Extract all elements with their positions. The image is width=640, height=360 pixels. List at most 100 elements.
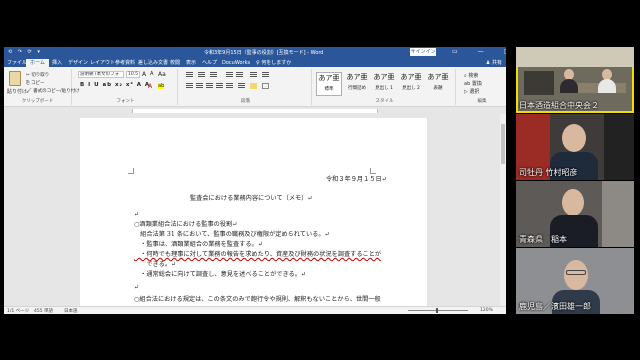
change-case-icon[interactable]: Aa xyxy=(158,71,166,78)
title-bar: ⟲ ↷ ⟳ ▾ 令和3年9月15日（監事の役割）[互換モード] - Word サ… xyxy=(4,47,506,58)
word-count[interactable]: 455 単語 xyxy=(34,308,53,314)
status-bar: 1/1 ページ 455 単語 日本語 120% xyxy=(4,306,506,314)
replace-button[interactable]: ab 置換 xyxy=(464,80,482,87)
document-date: 令和３年９月１５日↵ xyxy=(326,176,387,183)
copy-button[interactable]: ⎘ コピー xyxy=(26,80,45,86)
tab-help[interactable]: ヘルプ xyxy=(202,59,217,67)
paragraph-group: 段落 xyxy=(180,69,312,105)
tab-references[interactable]: 参考資料 xyxy=(115,59,135,67)
style-heading-1[interactable]: あア亜 見出し 1 xyxy=(371,72,397,96)
zoom-slider-knob[interactable] xyxy=(436,308,438,313)
editing-label: 編集 xyxy=(477,99,487,104)
borders-icon[interactable] xyxy=(262,83,269,89)
decrease-indent-icon[interactable] xyxy=(226,72,233,78)
font-color-icon[interactable]: A xyxy=(148,83,152,90)
select-button[interactable]: ▷ 選択 xyxy=(464,88,479,95)
styles-label: スタイル xyxy=(375,99,394,104)
show-marks-icon[interactable] xyxy=(262,72,269,78)
participant-tile[interactable]: 青森県 稲本 xyxy=(516,181,634,247)
format-painter-button[interactable]: 🖌 書式のコピー/貼り付け xyxy=(26,88,80,94)
document-line: ↵ xyxy=(134,211,140,218)
clipboard-label: クリップボード xyxy=(21,99,54,104)
tell-me-search[interactable]: ♀ 何をしますか xyxy=(256,59,291,67)
ruler-strip[interactable] xyxy=(132,109,378,113)
align-right-icon[interactable] xyxy=(206,83,213,89)
zoom-slider[interactable] xyxy=(408,310,468,311)
multilevel-list-icon[interactable] xyxy=(210,72,217,78)
share-button[interactable]: ♟ 共有 xyxy=(486,59,502,66)
participant-tile[interactable]: 鹿児島／濱田雄一郎 xyxy=(516,248,634,314)
document-page[interactable]: 令和３年９月１５日↵ 監査会における業務内容について（メモ）↵ ↵ ○酒類業組合… xyxy=(80,118,427,308)
style-preview: あア亜 xyxy=(346,73,368,81)
participant-tile[interactable]: 日本酒造組合中央会２ xyxy=(516,47,634,113)
paste-icon[interactable] xyxy=(9,71,21,86)
word-window: ⟲ ↷ ⟳ ▾ 令和3年9月15日（監事の役割）[互換モード] - Word サ… xyxy=(4,47,506,314)
sort-icon[interactable] xyxy=(250,72,257,78)
tab-review[interactable]: 校閲 xyxy=(170,59,180,67)
distributed-icon[interactable] xyxy=(226,83,233,89)
highlight-icon[interactable]: ab xyxy=(158,83,165,89)
document-line: 組合法第 31 条において、監事の職務及び権限が定められている。↵ xyxy=(134,231,330,238)
participant-head xyxy=(564,260,588,290)
line-spacing-icon[interactable] xyxy=(238,83,245,89)
document-title: 令和3年9月15日（監事の役割）[互換モード] - Word xyxy=(204,50,324,56)
font-name-select[interactable]: 游明朝 (本文のフォ xyxy=(78,71,124,78)
bullets-icon[interactable] xyxy=(186,72,193,78)
align-left-icon[interactable] xyxy=(186,83,193,89)
style-name: 標準 xyxy=(324,87,334,92)
tab-file[interactable]: ファイル xyxy=(7,59,27,67)
participant-name: 日本酒造組合中央会２ xyxy=(519,101,599,110)
font-format-buttons[interactable]: B I U ab x₂ x² A A xyxy=(80,82,150,88)
tab-design[interactable]: デザイン xyxy=(68,59,88,67)
participant-tile[interactable]: 司牡丹 竹村昭彦 xyxy=(516,114,634,180)
shrink-font-icon[interactable]: A xyxy=(150,71,153,77)
style-preview: あア亜 xyxy=(318,74,340,82)
document-line: できる。↵ xyxy=(134,261,177,268)
shading-icon[interactable] xyxy=(250,83,257,89)
increase-indent-icon[interactable] xyxy=(236,72,243,78)
participant-name: 青森県 稲本 xyxy=(519,235,567,244)
room-wall xyxy=(516,47,634,67)
cut-button[interactable]: ✂ 切り取り xyxy=(26,72,49,78)
grow-font-icon[interactable]: A xyxy=(142,71,146,78)
numbering-icon[interactable] xyxy=(198,72,205,78)
style-name: 見出し 1 xyxy=(375,86,393,91)
document-area: 令和３年９月１５日↵ 監査会における業務内容について（メモ）↵ ↵ ○酒類業組合… xyxy=(4,114,506,308)
style-no-spacing[interactable]: あア亜 行間詰め xyxy=(344,72,370,96)
style-normal[interactable]: あア亜 標準 xyxy=(316,72,342,96)
justify-icon[interactable] xyxy=(216,83,223,89)
window-controls[interactable]: ▭ — ▢ ✕ xyxy=(452,48,506,55)
find-button[interactable]: ⌕ 検索 xyxy=(464,72,478,79)
scroll-thumb[interactable] xyxy=(501,124,505,164)
tab-mailings[interactable]: 差し込み文書 xyxy=(138,59,168,67)
style-name: 行間詰め xyxy=(348,86,366,91)
participant-name: 司牡丹 竹村昭彦 xyxy=(519,168,578,177)
signin-button[interactable]: サインイン xyxy=(410,48,436,56)
style-title[interactable]: あア亜 表題 xyxy=(425,72,451,96)
zoom-level[interactable]: 120% xyxy=(480,308,493,313)
document-line: ↵ xyxy=(134,284,140,291)
language[interactable]: 日本語 xyxy=(64,308,78,314)
tab-insert[interactable]: 挿入 xyxy=(52,59,62,67)
participant-head xyxy=(562,124,586,152)
document-line: ・通常総会に向けて調査し、意見を述べることができる。↵ xyxy=(134,271,307,278)
paste-button[interactable]: 貼り付け xyxy=(7,88,27,95)
room-cabinet xyxy=(524,71,554,95)
styles-group: あア亜 標準 あア亜 行間詰め あア亜 見出し 1 あア亜 見出し 2 あア亜 xyxy=(314,69,456,105)
participant-name: 鹿児島／濱田雄一郎 xyxy=(519,302,591,311)
ribbon-home: 貼り付け ✂ 切り取り ⎘ コピー 🖌 書式のコピー/貼り付け クリップボード … xyxy=(4,67,506,107)
quick-access-toolbar[interactable]: ⟲ ↷ ⟳ ▾ xyxy=(8,49,42,55)
document-line: ○酒類業組合法における監事の役割↵ xyxy=(134,221,238,228)
participant-head xyxy=(562,189,584,216)
participant-body xyxy=(598,79,616,93)
tab-view[interactable]: 表示 xyxy=(186,59,196,67)
page-count[interactable]: 1/1 ページ xyxy=(7,308,29,314)
vertical-scrollbar[interactable] xyxy=(500,114,506,306)
style-heading-2[interactable]: あア亜 見出し 2 xyxy=(398,72,424,96)
paragraph-label: 段落 xyxy=(241,99,250,104)
tab-layout[interactable]: レイアウト xyxy=(90,59,115,67)
font-size-select[interactable]: 10.5 xyxy=(126,71,140,78)
tab-home[interactable]: ホーム xyxy=(26,59,49,67)
tab-docuworks[interactable]: DocuWorks xyxy=(222,59,250,67)
align-center-icon[interactable] xyxy=(196,83,203,89)
